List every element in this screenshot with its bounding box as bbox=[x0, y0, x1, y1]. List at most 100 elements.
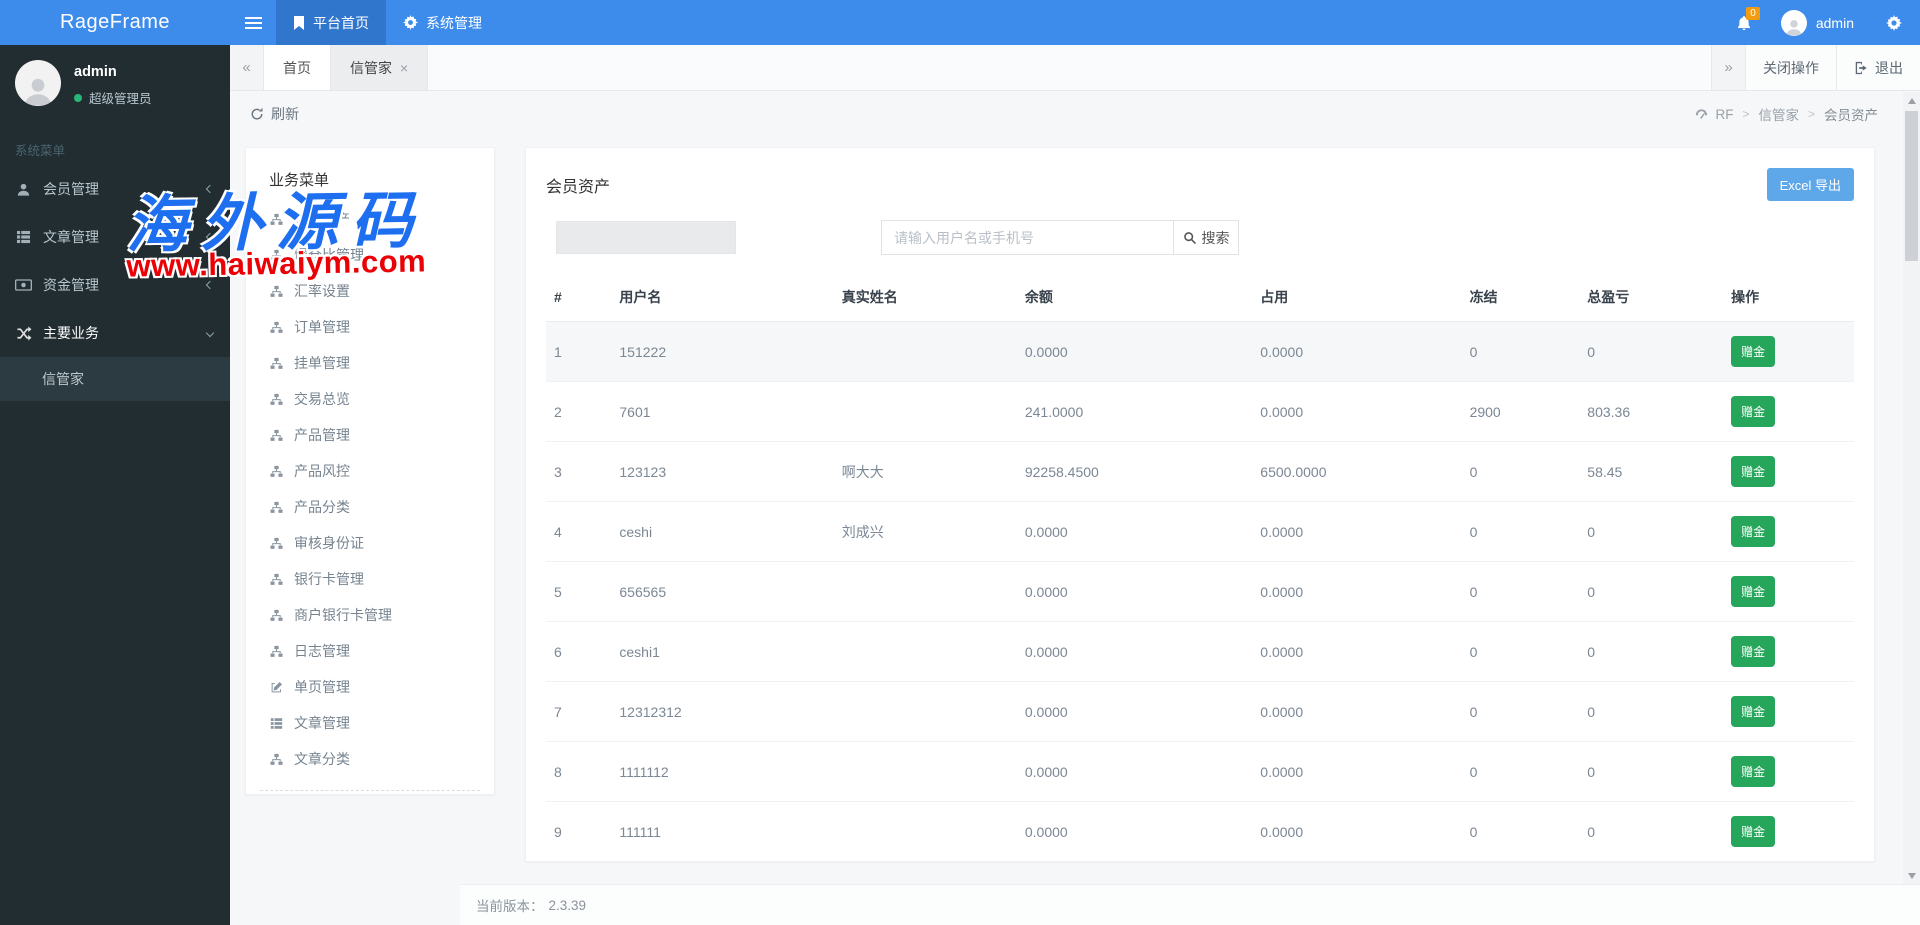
refresh-icon bbox=[250, 107, 264, 121]
sidebar-subitem-xinguanjia[interactable]: 信管家 bbox=[0, 357, 230, 401]
table-cell: 0.0000 bbox=[1016, 681, 1253, 742]
close-tab-icon[interactable]: × bbox=[400, 60, 408, 76]
sidebar-section-label: 系统菜单 bbox=[15, 144, 66, 158]
business-menu-item[interactable]: 订单管理 bbox=[246, 309, 494, 345]
bookmark-icon bbox=[293, 15, 305, 30]
sitemap-icon bbox=[269, 465, 283, 478]
business-menu-item[interactable]: 文章管理 bbox=[246, 705, 494, 741]
table-cell-actions: 赠金 bbox=[1723, 862, 1854, 863]
table-cell: 0 bbox=[1579, 801, 1724, 861]
table-cell: 7 bbox=[546, 681, 612, 742]
search-input[interactable] bbox=[881, 220, 1173, 255]
business-menu-item[interactable]: 商户银行卡管理 bbox=[246, 597, 494, 633]
version-value: 2.3.39 bbox=[548, 897, 587, 913]
table-cell: 12312312 bbox=[611, 681, 834, 742]
vertical-scrollbar[interactable] bbox=[1903, 92, 1920, 884]
sitemap-icon bbox=[269, 213, 283, 226]
business-menu-item[interactable]: 汇率设置 bbox=[246, 273, 494, 309]
breadcrumb-current: 会员资产 bbox=[1824, 108, 1878, 123]
sitemap-icon bbox=[269, 609, 283, 622]
breadcrumb-item[interactable]: 信管家 bbox=[1758, 104, 1799, 124]
sidebar-submenu: 信管家 bbox=[0, 357, 230, 401]
business-menu-item[interactable]: 产品管理 bbox=[246, 417, 494, 453]
table-cell: 0.0000 bbox=[1252, 862, 1461, 863]
close-operations-button[interactable]: 关闭操作 bbox=[1745, 45, 1836, 90]
table-cell bbox=[833, 681, 1017, 742]
tab-xinguanjia[interactable]: 信管家 × bbox=[331, 45, 429, 90]
table-cell: 3 bbox=[546, 441, 612, 502]
table-cell: 6 bbox=[546, 621, 612, 682]
scrollbar-thumb[interactable] bbox=[1905, 111, 1918, 261]
grant-bonus-button[interactable]: 赠金 bbox=[1731, 636, 1776, 667]
table-cell: 0.0000 bbox=[1252, 801, 1462, 861]
table-row: 8 1111112 0.0000 0.0000 0 0 赠金 bbox=[546, 741, 1854, 802]
filter-select[interactable] bbox=[556, 221, 736, 254]
tabs-scroll-right-button[interactable]: » bbox=[1711, 45, 1745, 90]
notifications-button[interactable]: 0 bbox=[1721, 0, 1767, 45]
edit-icon bbox=[269, 681, 283, 694]
search-row: 搜索 bbox=[546, 220, 1854, 255]
business-menu-item[interactable]: 日志管理 bbox=[246, 633, 494, 669]
sidebar-toggle-button[interactable] bbox=[230, 0, 276, 45]
grant-bonus-button[interactable]: 赠金 bbox=[1731, 456, 1776, 487]
member-assets-panel: 会员资产 Excel 导出 搜索 #用户名真实姓名余额占用冻结总盈亏操作 bbox=[525, 147, 1875, 862]
business-menu-item[interactable]: 产品分类 bbox=[246, 489, 494, 525]
refresh-button[interactable]: 刷新 bbox=[250, 104, 299, 124]
dashboard-icon bbox=[1694, 107, 1709, 122]
business-menu-item[interactable]: 挂单管理 bbox=[246, 345, 494, 381]
sidebar-user-name: admin bbox=[74, 64, 117, 80]
business-menu-item[interactable]: 银行卡管理 bbox=[246, 561, 494, 597]
grant-bonus-button[interactable]: 赠金 bbox=[1731, 516, 1776, 547]
business-menu-item[interactable]: 交易总览 bbox=[246, 381, 494, 417]
sidebar-item-funds[interactable]: 资金管理 bbox=[0, 261, 230, 309]
column-header: 用户名 bbox=[611, 273, 834, 322]
table-cell: 0 bbox=[1461, 321, 1580, 382]
business-menu-item[interactable]: 审核身份证 bbox=[246, 525, 494, 561]
table-cell-actions: 赠金 bbox=[1723, 741, 1854, 802]
user-icon bbox=[15, 182, 32, 196]
table-cell: 0 bbox=[1579, 561, 1724, 622]
business-menu-item[interactable]: 产品风控 bbox=[246, 453, 494, 489]
search-button[interactable]: 搜索 bbox=[1173, 220, 1239, 255]
table-cell: 656565 bbox=[611, 561, 834, 622]
grant-bonus-button[interactable]: 赠金 bbox=[1731, 696, 1776, 727]
tabs-scroll-left-button[interactable]: « bbox=[230, 45, 264, 90]
brand-logo[interactable]: RageFrame bbox=[0, 0, 230, 45]
business-menu-item[interactable]: 爆仓比管理 bbox=[246, 237, 494, 273]
grant-bonus-button[interactable]: 赠金 bbox=[1731, 396, 1776, 427]
logout-button[interactable]: 退出 bbox=[1836, 45, 1920, 90]
scroll-up-arrow-icon[interactable] bbox=[1903, 92, 1920, 109]
table-cell: 0.0000 bbox=[1016, 741, 1253, 802]
sidebar-item-articles[interactable]: 文章管理 bbox=[0, 213, 230, 261]
excel-export-button[interactable]: Excel 导出 bbox=[1766, 168, 1854, 201]
page-title: 会员资产 bbox=[546, 178, 611, 196]
nav-item-platform-home[interactable]: 平台首页 bbox=[276, 0, 386, 45]
sitemap-icon bbox=[269, 501, 283, 514]
table-row: 1 151222 0.0000 0.0000 0 0 赠金 bbox=[546, 321, 1854, 382]
business-menu-item[interactable]: 会员资产 bbox=[246, 201, 494, 237]
business-menu-item[interactable]: 文章分类 bbox=[246, 741, 494, 777]
breadcrumb-home-link[interactable]: RF bbox=[1694, 107, 1733, 122]
grant-bonus-button[interactable]: 赠金 bbox=[1731, 576, 1776, 607]
sidebar-item-main-business[interactable]: 主要业务 bbox=[0, 309, 230, 357]
column-header: 余额 bbox=[1016, 273, 1253, 322]
settings-button[interactable] bbox=[1868, 0, 1920, 45]
sidebar-item-members[interactable]: 会员管理 bbox=[0, 165, 230, 213]
scroll-down-arrow-icon[interactable] bbox=[1903, 867, 1920, 884]
table-cell: 6500.0000 bbox=[1252, 441, 1462, 502]
table-cell: 0.0000 bbox=[1016, 501, 1253, 562]
grant-bonus-button[interactable]: 赠金 bbox=[1731, 336, 1776, 367]
grant-bonus-button[interactable]: 赠金 bbox=[1731, 816, 1776, 847]
sitemap-icon bbox=[269, 573, 283, 586]
grant-bonus-button[interactable]: 赠金 bbox=[1731, 756, 1776, 787]
nav-item-system-manage[interactable]: 系统管理 bbox=[386, 0, 499, 45]
user-menu[interactable]: admin bbox=[1767, 0, 1868, 45]
business-menu-item[interactable]: 单页管理 bbox=[246, 669, 494, 705]
table-body: 1 151222 0.0000 0.0000 0 0 赠金 2 7601 241.0000 0.00… bbox=[546, 321, 1854, 863]
gear-icon bbox=[1886, 14, 1902, 31]
table-cell: 0.0000 bbox=[1016, 321, 1253, 382]
tab-home[interactable]: 首页 bbox=[264, 45, 331, 90]
table-cell: 0 bbox=[1461, 741, 1580, 802]
sitemap-icon bbox=[269, 285, 283, 298]
avatar bbox=[15, 60, 61, 106]
